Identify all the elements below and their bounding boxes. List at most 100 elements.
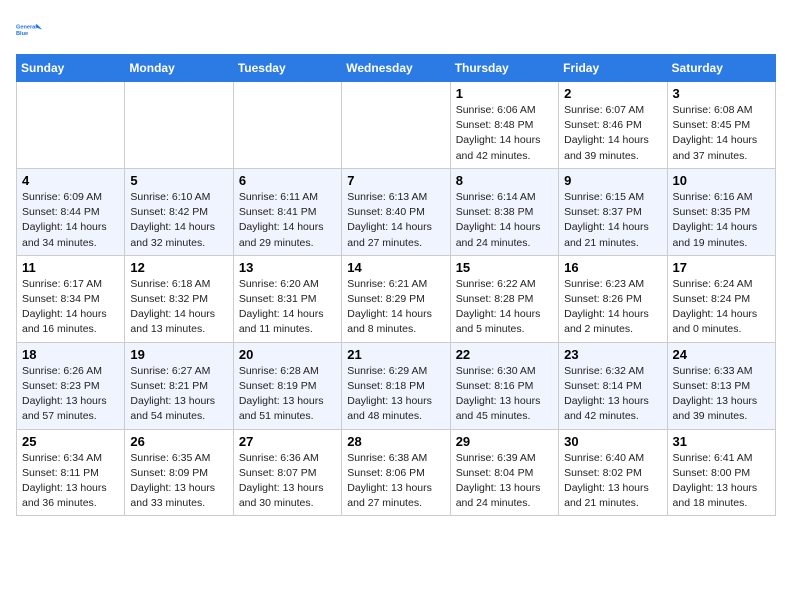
day-info: Sunrise: 6:08 AM Sunset: 8:45 PM Dayligh… [673, 103, 770, 164]
day-number: 2 [564, 86, 661, 101]
day-number: 26 [130, 434, 227, 449]
day-number: 8 [456, 173, 553, 188]
day-number: 21 [347, 347, 444, 362]
day-number: 4 [22, 173, 119, 188]
day-info: Sunrise: 6:33 AM Sunset: 8:13 PM Dayligh… [673, 364, 770, 425]
day-info: Sunrise: 6:10 AM Sunset: 8:42 PM Dayligh… [130, 190, 227, 251]
day-info: Sunrise: 6:36 AM Sunset: 8:07 PM Dayligh… [239, 451, 336, 512]
day-info: Sunrise: 6:40 AM Sunset: 8:02 PM Dayligh… [564, 451, 661, 512]
day-info: Sunrise: 6:27 AM Sunset: 8:21 PM Dayligh… [130, 364, 227, 425]
calendar-cell: 9 Sunrise: 6:15 AM Sunset: 8:37 PM Daylig… [559, 168, 667, 255]
calendar-cell: 23 Sunrise: 6:32 AM Sunset: 8:14 PM Dayli… [559, 342, 667, 429]
day-number: 7 [347, 173, 444, 188]
day-number: 16 [564, 260, 661, 275]
logo-icon: GeneralBlue [16, 16, 44, 44]
day-info: Sunrise: 6:24 AM Sunset: 8:24 PM Dayligh… [673, 277, 770, 338]
weekday-header-monday: Monday [125, 55, 233, 82]
calendar-cell: 27 Sunrise: 6:36 AM Sunset: 8:07 PM Dayli… [233, 429, 341, 516]
day-info: Sunrise: 6:26 AM Sunset: 8:23 PM Dayligh… [22, 364, 119, 425]
day-number: 9 [564, 173, 661, 188]
day-number: 20 [239, 347, 336, 362]
calendar-cell: 2 Sunrise: 6:07 AM Sunset: 8:46 PM Daylig… [559, 82, 667, 169]
day-info: Sunrise: 6:11 AM Sunset: 8:41 PM Dayligh… [239, 190, 336, 251]
day-info: Sunrise: 6:09 AM Sunset: 8:44 PM Dayligh… [22, 190, 119, 251]
day-info: Sunrise: 6:38 AM Sunset: 8:06 PM Dayligh… [347, 451, 444, 512]
calendar-week-4: 18 Sunrise: 6:26 AM Sunset: 8:23 PM Dayli… [17, 342, 776, 429]
weekday-header-wednesday: Wednesday [342, 55, 450, 82]
day-info: Sunrise: 6:14 AM Sunset: 8:38 PM Dayligh… [456, 190, 553, 251]
calendar-cell: 16Sunrise: 6:23 AM Sunset: 8:26 PM Dayli… [559, 255, 667, 342]
calendar-cell [233, 82, 341, 169]
day-info: Sunrise: 6:17 AM Sunset: 8:34 PM Dayligh… [22, 277, 119, 338]
day-info: Sunrise: 6:39 AM Sunset: 8:04 PM Dayligh… [456, 451, 553, 512]
day-info: Sunrise: 6:32 AM Sunset: 8:14 PM Dayligh… [564, 364, 661, 425]
calendar-cell: 30 Sunrise: 6:40 AM Sunset: 8:02 PM Dayli… [559, 429, 667, 516]
calendar-cell: 6 Sunrise: 6:11 AM Sunset: 8:41 PM Daylig… [233, 168, 341, 255]
svg-text:General: General [16, 25, 37, 31]
day-number: 29 [456, 434, 553, 449]
day-info: Sunrise: 6:15 AM Sunset: 8:37 PM Dayligh… [564, 190, 661, 251]
calendar-week-2: 4 Sunrise: 6:09 AM Sunset: 8:44 PM Daylig… [17, 168, 776, 255]
day-number: 30 [564, 434, 661, 449]
calendar-cell: 15Sunrise: 6:22 AM Sunset: 8:28 PM Dayli… [450, 255, 558, 342]
day-info: Sunrise: 6:35 AM Sunset: 8:09 PM Dayligh… [130, 451, 227, 512]
day-number: 13 [239, 260, 336, 275]
calendar-cell: 1 Sunrise: 6:06 AM Sunset: 8:48 PM Daylig… [450, 82, 558, 169]
day-number: 3 [673, 86, 770, 101]
day-number: 5 [130, 173, 227, 188]
day-number: 23 [564, 347, 661, 362]
weekday-header-sunday: Sunday [17, 55, 125, 82]
weekday-header-saturday: Saturday [667, 55, 775, 82]
day-info: Sunrise: 6:28 AM Sunset: 8:19 PM Dayligh… [239, 364, 336, 425]
day-number: 24 [673, 347, 770, 362]
day-number: 27 [239, 434, 336, 449]
day-number: 15 [456, 260, 553, 275]
day-info: Sunrise: 6:34 AM Sunset: 8:11 PM Dayligh… [22, 451, 119, 512]
day-info: Sunrise: 6:21 AM Sunset: 8:29 PM Dayligh… [347, 277, 444, 338]
calendar-cell: 17Sunrise: 6:24 AM Sunset: 8:24 PM Dayli… [667, 255, 775, 342]
day-number: 1 [456, 86, 553, 101]
calendar-cell: 25 Sunrise: 6:34 AM Sunset: 8:11 PM Dayli… [17, 429, 125, 516]
day-info: Sunrise: 6:18 AM Sunset: 8:32 PM Dayligh… [130, 277, 227, 338]
weekday-header-thursday: Thursday [450, 55, 558, 82]
calendar-cell: 8 Sunrise: 6:14 AM Sunset: 8:38 PM Daylig… [450, 168, 558, 255]
calendar-table: SundayMondayTuesdayWednesdayThursdayFrid… [16, 54, 776, 516]
calendar-cell: 29 Sunrise: 6:39 AM Sunset: 8:04 PM Dayli… [450, 429, 558, 516]
day-number: 25 [22, 434, 119, 449]
calendar-cell: 4 Sunrise: 6:09 AM Sunset: 8:44 PM Daylig… [17, 168, 125, 255]
calendar-cell: 13 Sunrise: 6:20 AM Sunset: 8:31 PM Dayli… [233, 255, 341, 342]
calendar-cell [17, 82, 125, 169]
day-info: Sunrise: 6:13 AM Sunset: 8:40 PM Dayligh… [347, 190, 444, 251]
calendar-cell: 26 Sunrise: 6:35 AM Sunset: 8:09 PM Dayli… [125, 429, 233, 516]
day-info: Sunrise: 6:20 AM Sunset: 8:31 PM Dayligh… [239, 277, 336, 338]
calendar-cell: 10 Sunrise: 6:16 AM Sunset: 8:35 PM Dayli… [667, 168, 775, 255]
weekday-header-tuesday: Tuesday [233, 55, 341, 82]
day-number: 6 [239, 173, 336, 188]
calendar-cell: 14Sunrise: 6:21 AM Sunset: 8:29 PM Dayli… [342, 255, 450, 342]
calendar-cell: 20 Sunrise: 6:28 AM Sunset: 8:19 PM Dayli… [233, 342, 341, 429]
calendar-header: SundayMondayTuesdayWednesdayThursdayFrid… [17, 55, 776, 82]
day-number: 18 [22, 347, 119, 362]
day-number: 19 [130, 347, 227, 362]
page-header: GeneralBlue [16, 16, 776, 44]
calendar-cell: 24 Sunrise: 6:33 AM Sunset: 8:13 PM Dayli… [667, 342, 775, 429]
calendar-cell: 28Sunrise: 6:38 AM Sunset: 8:06 PM Dayli… [342, 429, 450, 516]
calendar-cell: 21 Sunrise: 6:29 AM Sunset: 8:18 PM Dayli… [342, 342, 450, 429]
day-number: 10 [673, 173, 770, 188]
day-number: 11 [22, 260, 119, 275]
calendar-cell: 19 Sunrise: 6:27 AM Sunset: 8:21 PM Dayli… [125, 342, 233, 429]
calendar-week-3: 11 Sunrise: 6:17 AM Sunset: 8:34 PM Dayli… [17, 255, 776, 342]
calendar-cell: 7 Sunrise: 6:13 AM Sunset: 8:40 PM Daylig… [342, 168, 450, 255]
calendar-week-5: 25 Sunrise: 6:34 AM Sunset: 8:11 PM Dayli… [17, 429, 776, 516]
calendar-cell: 3 Sunrise: 6:08 AM Sunset: 8:45 PM Daylig… [667, 82, 775, 169]
calendar-cell: 22Sunrise: 6:30 AM Sunset: 8:16 PM Dayli… [450, 342, 558, 429]
calendar-cell: 18 Sunrise: 6:26 AM Sunset: 8:23 PM Dayli… [17, 342, 125, 429]
calendar-cell [125, 82, 233, 169]
day-info: Sunrise: 6:06 AM Sunset: 8:48 PM Dayligh… [456, 103, 553, 164]
calendar-cell: 11 Sunrise: 6:17 AM Sunset: 8:34 PM Dayli… [17, 255, 125, 342]
day-info: Sunrise: 6:16 AM Sunset: 8:35 PM Dayligh… [673, 190, 770, 251]
day-info: Sunrise: 6:07 AM Sunset: 8:46 PM Dayligh… [564, 103, 661, 164]
day-info: Sunrise: 6:29 AM Sunset: 8:18 PM Dayligh… [347, 364, 444, 425]
logo: GeneralBlue [16, 16, 44, 44]
day-info: Sunrise: 6:30 AM Sunset: 8:16 PM Dayligh… [456, 364, 553, 425]
